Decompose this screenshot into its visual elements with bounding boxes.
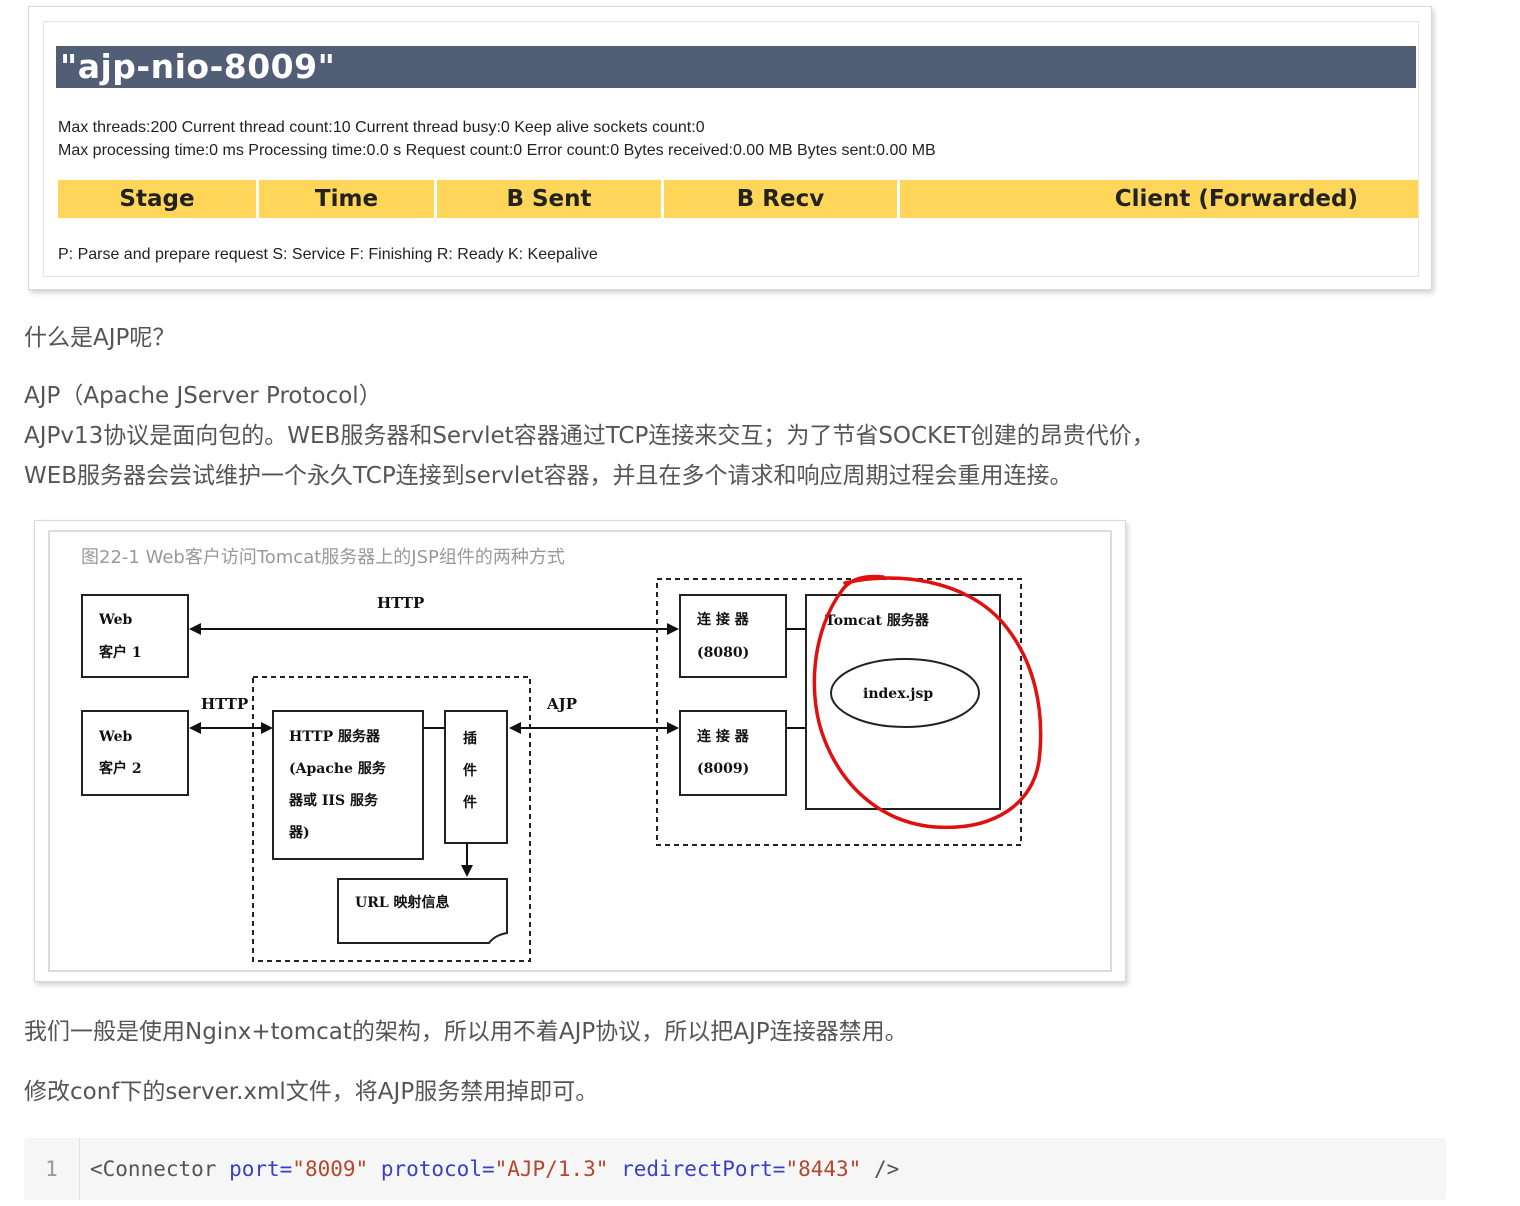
code-value-redirect-port: "8443"	[785, 1157, 862, 1181]
web-client-1-label: Web	[98, 612, 132, 628]
ajp-label: AJP	[546, 695, 577, 713]
connector-8009-box	[679, 710, 787, 796]
code-attr-protocol: protocol=	[380, 1157, 495, 1181]
web-client-1-box	[81, 594, 189, 678]
code-attr-redirect-port: redirectPort=	[621, 1157, 786, 1181]
connector-status-card: "ajp-nio-8009" Max threads:200 Current t…	[28, 6, 1432, 290]
plugin-label-3: 件	[463, 794, 477, 811]
http-server-label-1: HTTP 服务器	[289, 728, 381, 745]
code-block: 1 <Connector port="8009" protocol="AJP/1…	[24, 1138, 1446, 1200]
connector-8080-label: 连 接 器	[697, 611, 750, 628]
connector-8009-label: 连 接 器	[697, 728, 750, 745]
column-client-forwarded: Client (Forwarded)	[900, 180, 1418, 218]
url-map-label: URL 映射信息	[355, 894, 450, 911]
web-client-2-sublabel: 客户 2	[98, 760, 142, 777]
tomcat-server-label: Tomcat 服务器	[825, 612, 930, 629]
code-attr-port: port=	[229, 1157, 293, 1181]
column-time: Time	[259, 180, 434, 218]
code-line-number: 1	[24, 1138, 80, 1200]
plugin-label-1: 插	[463, 730, 477, 747]
ajp-full-name: AJP（Apache JServer Protocol）	[24, 383, 382, 409]
connector-8080-box	[679, 594, 787, 678]
stage-legend: P: Parse and prepare request S: Service …	[58, 246, 598, 263]
code-value-protocol: "AJP/1.3"	[494, 1157, 609, 1181]
code-line: <Connector port="8009" protocol="AJP/1.3…	[90, 1138, 899, 1200]
http-server-label-4: 器)	[288, 825, 310, 841]
nginx-architecture-note: 我们一般是使用Nginx+tomcat的架构，所以用不着AJP协议，所以把AJP…	[24, 1019, 908, 1045]
code-tag-close: />	[861, 1157, 900, 1181]
connector-stats-line-1: Max threads:200 Current thread count:10 …	[58, 119, 705, 136]
plugin-label-2: 件	[463, 762, 477, 779]
stage-table-header: Stage Time B Sent B Recv Client (Forward…	[58, 180, 1418, 218]
web-client-1-sublabel: 客户 1	[98, 644, 142, 661]
http-direct-label: HTTP	[377, 594, 424, 612]
connector-title: "ajp-nio-8009"	[56, 46, 1416, 88]
ajp-question-heading: 什么是AJP呢？	[24, 325, 176, 351]
connector-stats-line-2: Max processing time:0 ms Processing time…	[58, 142, 936, 159]
web-client-2-label: Web	[98, 729, 132, 745]
ajp-description-line-2: WEB服务器会尝试维护一个永久TCP连接到servlet容器，并且在多个请求和响…	[24, 463, 1073, 489]
column-bytes-sent: B Sent	[437, 180, 661, 218]
column-bytes-recv: B Recv	[664, 180, 897, 218]
connector-status-inner: "ajp-nio-8009" Max threads:200 Current t…	[43, 21, 1419, 277]
modify-server-xml-note: 修改conf下的server.xml文件，将AJP服务禁用掉即可。	[24, 1079, 599, 1105]
ajp-description-line-1: AJPv13协议是面向包的。WEB服务器和Servlet容器通过TCP连接来交互…	[24, 423, 1155, 449]
architecture-diagram: 图22-1 Web客户访问Tomcat服务器上的JSP组件的两种方式 Web 客…	[48, 530, 1112, 972]
architecture-figure: 图22-1 Web客户访问Tomcat服务器上的JSP组件的两种方式 Web 客…	[34, 520, 1126, 982]
web-client-2-box	[81, 710, 189, 796]
column-stage: Stage	[58, 180, 256, 218]
connector-8009-port: (8009)	[697, 761, 749, 777]
http-via-server-label: HTTP	[201, 695, 248, 713]
jsp-component-label: index.jsp	[863, 686, 933, 702]
connector-stats: Max threads:200 Current thread count:10 …	[58, 116, 1418, 162]
url-map-box	[337, 878, 508, 944]
http-server-label-2: (Apache 服务	[289, 760, 387, 777]
connector-8080-port: (8080)	[697, 645, 749, 661]
code-tag-open: <Connector	[90, 1157, 230, 1181]
http-server-label-3: 器或 IIS 服务	[288, 792, 379, 809]
code-value-port: "8009"	[292, 1157, 369, 1181]
figure-caption: 图22-1 Web客户访问Tomcat服务器上的JSP组件的两种方式	[81, 547, 565, 568]
